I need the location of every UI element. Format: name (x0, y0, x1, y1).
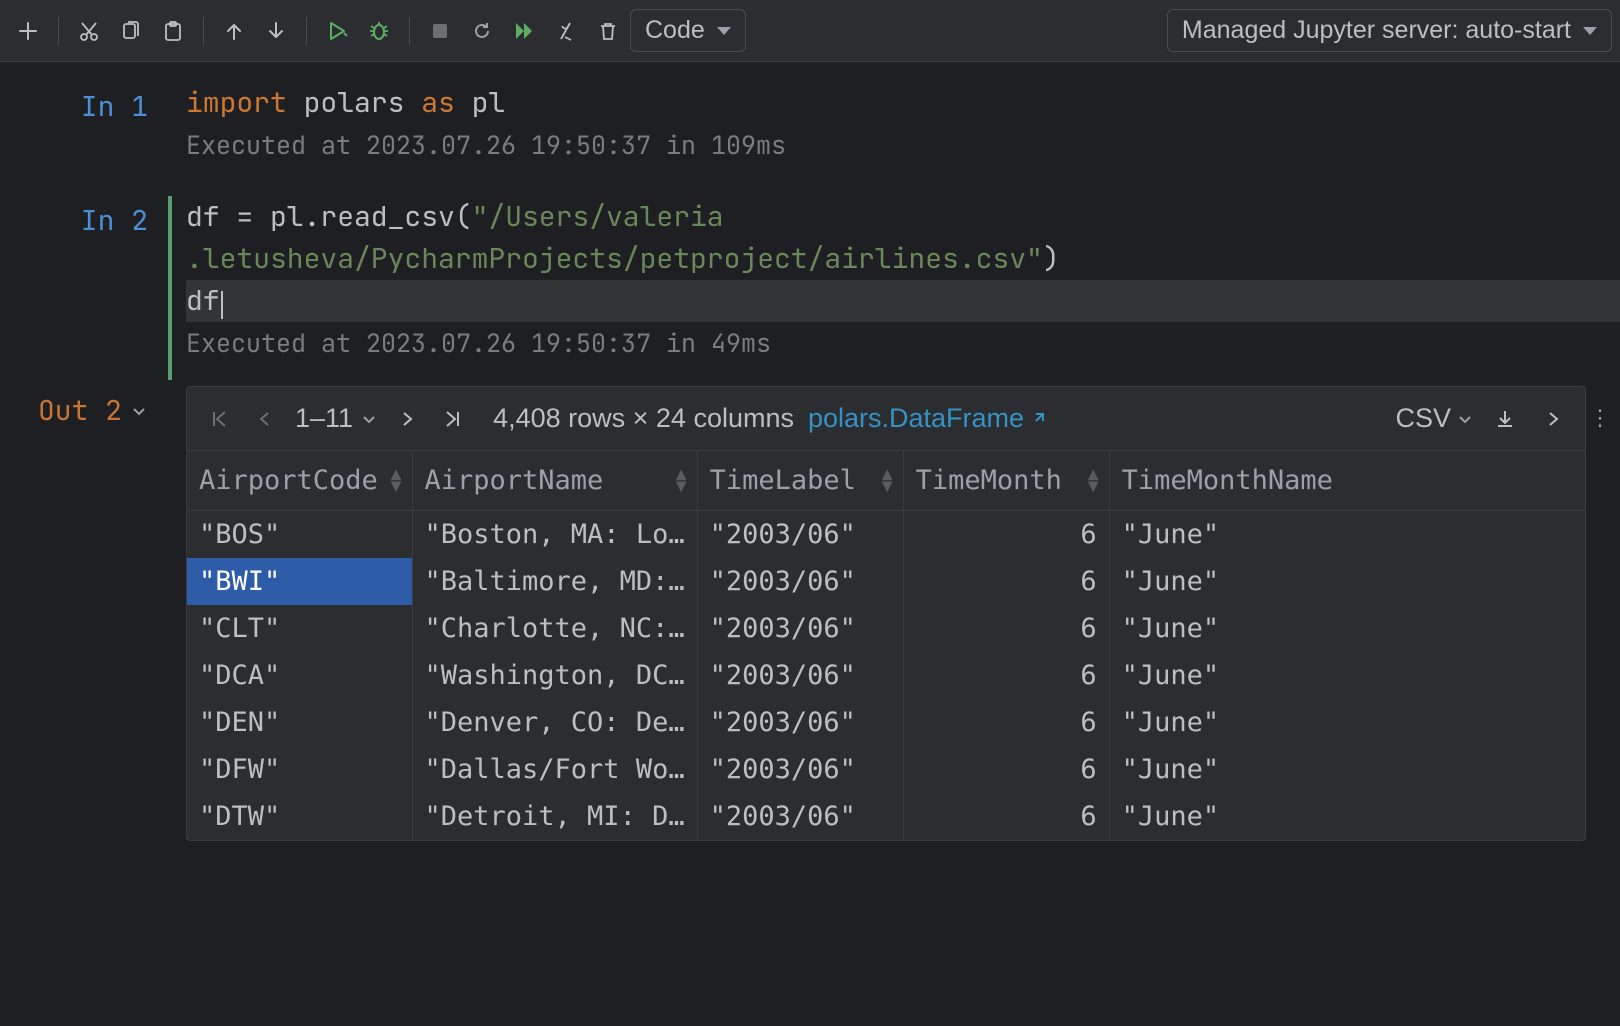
first-page-button[interactable] (203, 403, 235, 435)
add-cell-button[interactable] (8, 11, 48, 51)
run-cell-button[interactable] (317, 11, 357, 51)
table-header-row: AirportCode▲▼ AirportName▲▼ TimeLabel▲▼ … (187, 451, 1585, 511)
more-options-icon[interactable]: ⋮ (1589, 403, 1611, 432)
next-page-button[interactable] (391, 403, 423, 435)
toolbar-separator (306, 17, 307, 45)
dataframe-shape: 4,408 rows × 24 columns (493, 403, 794, 434)
move-down-button[interactable] (256, 11, 296, 51)
stop-button[interactable] (420, 11, 460, 51)
text-cursor (221, 291, 223, 319)
cell-out-2: Out 2 ⋮ 1–11 (0, 386, 1620, 841)
server-label: Managed Jupyter server: auto-start (1182, 16, 1571, 45)
chevron-down-icon (717, 27, 731, 35)
debug-button[interactable] (359, 11, 399, 51)
chevron-down-icon (130, 402, 148, 420)
column-header[interactable]: TimeMonth▲▼ (903, 451, 1109, 511)
cell-type-dropdown[interactable]: Code (630, 9, 746, 52)
expand-button[interactable] (1537, 403, 1569, 435)
table-row[interactable]: "DEN""Denver, CO: De…"2003/06"6"June" (187, 699, 1585, 746)
out-label[interactable]: Out 2 (0, 392, 148, 429)
notebook-area: In 1 import polars as pl Executed at 202… (0, 62, 1620, 841)
cut-button[interactable] (69, 11, 109, 51)
table-row[interactable]: "DCA""Washington, DC…"2003/06"6"June" (187, 652, 1585, 699)
table-row[interactable]: "CLT""Charlotte, NC:…"2003/06"6"June" (187, 605, 1585, 652)
in-label: In 2 (81, 202, 148, 239)
column-header[interactable]: AirportCode▲▼ (187, 451, 412, 511)
clear-outputs-button[interactable] (546, 11, 586, 51)
code-line[interactable]: .letusheva/PycharmProjects/petproject/ai… (186, 238, 1620, 280)
table-row[interactable]: "DFW""Dallas/Fort Wo…"2003/06"6"June" (187, 746, 1585, 793)
code-line[interactable]: df (186, 280, 1620, 322)
toolbar-separator (203, 17, 204, 45)
table-row[interactable]: "BWI""Baltimore, MD:…"2003/06"6"June" (187, 558, 1585, 605)
copy-button[interactable] (111, 11, 151, 51)
export-format-dropdown[interactable]: CSV (1395, 403, 1473, 434)
column-header[interactable]: TimeLabel▲▼ (697, 451, 903, 511)
execution-status: Executed at 2023.07.26 19:50:37 in 109ms (186, 128, 1620, 162)
delete-button[interactable] (588, 11, 628, 51)
column-header[interactable]: AirportName▲▼ (412, 451, 697, 511)
cell-in-1[interactable]: In 1 import polars as pl Executed at 202… (0, 82, 1620, 182)
external-link-icon (1030, 411, 1046, 427)
in-label: In 1 (81, 88, 148, 125)
chevron-down-icon (1457, 411, 1473, 427)
run-all-button[interactable] (504, 11, 544, 51)
execution-status: Executed at 2023.07.26 19:50:37 in 49ms (186, 326, 1620, 360)
chevron-down-icon (1583, 27, 1597, 35)
table-row[interactable]: "DTW""Detroit, MI: D…"2003/06"6"June" (187, 793, 1585, 840)
restart-button[interactable] (462, 11, 502, 51)
dataframe-toolbar: 1–11 4,408 rows × 24 columns polars.Data… (187, 387, 1585, 451)
dataframe-table[interactable]: AirportCode▲▼ AirportName▲▼ TimeLabel▲▼ … (187, 451, 1585, 840)
column-header[interactable]: TimeMonthName (1109, 451, 1585, 511)
notebook-toolbar: Code Managed Jupyter server: auto-start (0, 0, 1620, 62)
download-button[interactable] (1489, 403, 1521, 435)
dataframe-output: ⋮ 1–11 (186, 386, 1586, 841)
cell-type-label: Code (645, 16, 705, 45)
cell-in-2[interactable]: In 2 df = pl.read_csv("/Users/valeria .l… (0, 196, 1620, 380)
prev-page-button[interactable] (249, 403, 281, 435)
paste-button[interactable] (153, 11, 193, 51)
jupyter-server-dropdown[interactable]: Managed Jupyter server: auto-start (1167, 9, 1612, 52)
dataframe-type-link[interactable]: polars.DataFrame (808, 403, 1046, 434)
last-page-button[interactable] (437, 403, 469, 435)
chevron-down-icon (361, 411, 377, 427)
toolbar-separator (58, 17, 59, 45)
code-line[interactable]: df = pl.read_csv("/Users/valeria (186, 196, 1620, 238)
table-row[interactable]: "BOS""Boston, MA: Lo…"2003/06"6"June" (187, 511, 1585, 559)
page-range-dropdown[interactable]: 1–11 (295, 403, 377, 434)
toolbar-separator (409, 17, 410, 45)
move-up-button[interactable] (214, 11, 254, 51)
code-line[interactable]: import polars as pl (186, 82, 1620, 124)
